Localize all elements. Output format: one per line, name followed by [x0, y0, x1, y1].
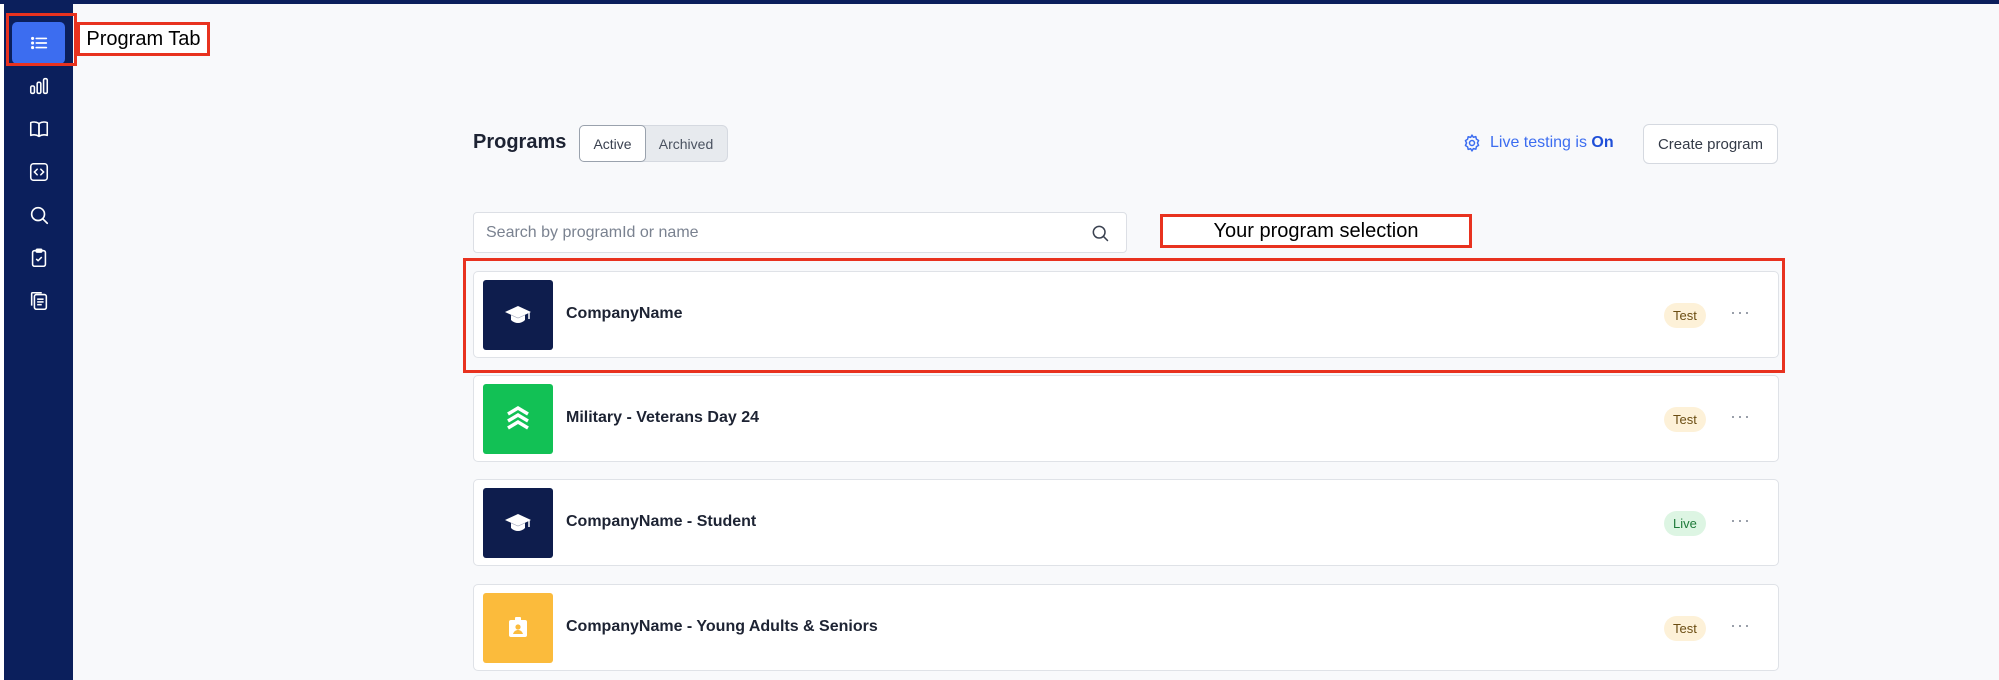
- program-logo: [483, 593, 553, 663]
- list-icon: [30, 36, 47, 50]
- search-icon[interactable]: [1090, 223, 1110, 243]
- sidebar-item-developers[interactable]: [12, 151, 65, 193]
- program-logo: [483, 280, 553, 350]
- live-testing-state: On: [1591, 134, 1614, 151]
- sidebar-item-programs[interactable]: [12, 22, 65, 64]
- graduation-cap-icon: [505, 306, 531, 323]
- program-logo: [483, 384, 553, 454]
- search-box: [473, 212, 1127, 253]
- book-icon: [29, 121, 48, 138]
- sidebar-item-reports[interactable]: [12, 280, 65, 322]
- more-options-icon[interactable]: ···: [1730, 302, 1751, 323]
- tab-active[interactable]: Active: [579, 125, 646, 162]
- more-options-icon[interactable]: ···: [1730, 510, 1751, 531]
- clipboard-check-icon: [31, 248, 46, 268]
- status-toggle: Active Archived: [579, 125, 728, 162]
- program-logo: [483, 488, 553, 558]
- search-input[interactable]: [474, 213, 1054, 252]
- program-card[interactable]: CompanyName - Student Live ···: [473, 479, 1779, 566]
- id-badge-icon: [509, 617, 527, 637]
- page-title: Programs: [473, 131, 567, 153]
- create-program-button[interactable]: Create program: [1643, 124, 1778, 164]
- program-card[interactable]: CompanyName - Young Adults & Seniors Tes…: [473, 584, 1779, 671]
- status-badge: Test: [1664, 407, 1706, 432]
- status-badge: Test: [1664, 303, 1706, 328]
- sidebar: [4, 4, 73, 680]
- program-name: CompanyName: [566, 305, 683, 322]
- tab-archived[interactable]: Archived: [645, 126, 727, 161]
- program-name: CompanyName - Young Adults & Seniors: [566, 618, 878, 635]
- bar-chart-icon: [29, 77, 48, 95]
- chevron-rank-icon: [507, 406, 529, 430]
- more-options-icon[interactable]: ···: [1730, 615, 1751, 636]
- graduation-cap-icon: [505, 514, 531, 531]
- gear-icon: [1464, 134, 1480, 152]
- sidebar-item-search[interactable]: [12, 194, 65, 236]
- program-card[interactable]: CompanyName Test ···: [473, 271, 1779, 358]
- sidebar-item-verifications[interactable]: [12, 237, 65, 279]
- program-name: Military - Veterans Day 24: [566, 409, 759, 426]
- clipboard-copy-icon: [30, 291, 47, 311]
- sidebar-item-docs[interactable]: [12, 108, 65, 150]
- annotation-program-selection: Your program selection: [1160, 214, 1472, 248]
- search-icon: [30, 206, 48, 225]
- sidebar-item-analytics[interactable]: [12, 65, 65, 107]
- status-badge: Live: [1664, 511, 1706, 536]
- annotation-program-tab: Program Tab: [77, 22, 210, 56]
- status-badge: Test: [1664, 616, 1706, 641]
- live-testing-toggle[interactable]: Live testing is On: [1462, 133, 1614, 153]
- code-icon: [29, 162, 48, 182]
- program-card[interactable]: Military - Veterans Day 24 Test ···: [473, 375, 1779, 462]
- program-name: CompanyName - Student: [566, 513, 757, 530]
- live-testing-label: Live testing is: [1490, 134, 1587, 151]
- more-options-icon[interactable]: ···: [1730, 406, 1751, 427]
